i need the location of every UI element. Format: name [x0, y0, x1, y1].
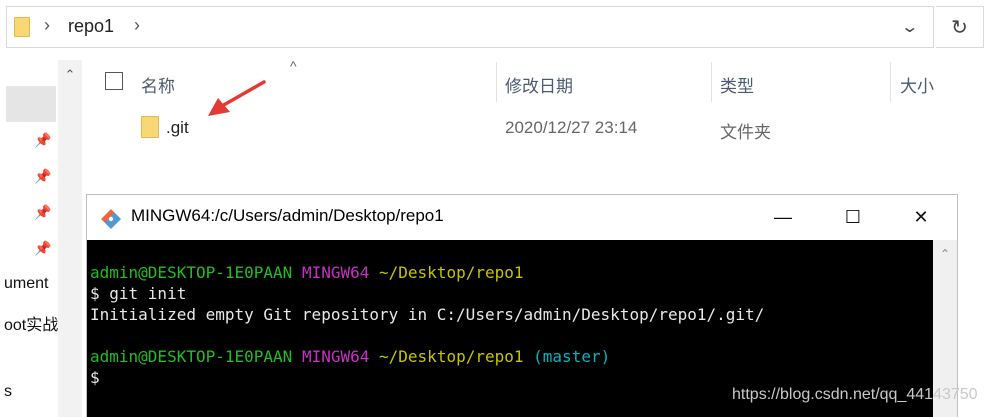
git-logo-icon	[101, 209, 121, 229]
minimize-icon: —	[774, 206, 792, 227]
scroll-up-icon[interactable]: ⌃	[58, 62, 82, 88]
folder-icon	[14, 17, 30, 37]
prompt-user: admin@DESKTOP-1E0PAAN	[90, 347, 293, 366]
column-header-type[interactable]: 类型	[720, 72, 754, 97]
close-button[interactable]: ✕	[898, 202, 944, 232]
select-all-checkbox[interactable]	[105, 72, 123, 90]
breadcrumb-repo1[interactable]: repo1	[68, 16, 114, 37]
prompt-branch: (master)	[533, 347, 611, 366]
sort-ascending-icon: ^	[290, 58, 297, 74]
prompt-line: admin@DESKTOP-1E0PAAN MINGW64 ~/Desktop/…	[90, 262, 524, 283]
file-date: 2020/12/27 23:14	[505, 118, 638, 137]
nav-item-s[interactable]: s	[4, 383, 58, 401]
close-icon: ✕	[913, 206, 929, 227]
command-line: $	[90, 368, 100, 387]
nav-item-documents[interactable]: ument	[4, 275, 58, 293]
column-divider[interactable]	[890, 62, 891, 102]
column-divider[interactable]	[711, 62, 712, 102]
prompt-path: ~/Desktop/repo1	[379, 347, 524, 366]
prompt-path: ~/Desktop/repo1	[379, 263, 524, 282]
column-header-size[interactable]: 大小	[900, 72, 934, 97]
pin-icon: 📌	[34, 240, 52, 256]
nav-item-springboot[interactable]: oot实战	[4, 311, 58, 335]
maximize-button[interactable]: ☐	[830, 202, 876, 232]
prompt-line: admin@DESKTOP-1E0PAAN MINGW64 ~/Desktop/…	[90, 346, 610, 367]
column-header-date[interactable]: 修改日期	[505, 72, 573, 97]
scroll-up-icon[interactable]: ⌃	[933, 244, 957, 264]
prompt-user: admin@DESKTOP-1E0PAAN	[90, 263, 293, 282]
prompt-env: MINGW64	[301, 347, 370, 366]
column-header-name[interactable]: 名称	[141, 72, 175, 97]
annotation-arrow-icon	[208, 80, 266, 116]
watermark: https://blog.csdn.net/qq_44143750	[732, 386, 978, 403]
address-bar[interactable]	[6, 6, 934, 48]
refresh-icon: ↻	[951, 16, 968, 39]
chevron-down-icon[interactable]: ⌄	[900, 17, 919, 37]
file-type: 文件夹	[720, 123, 771, 142]
chevron-right-icon[interactable]: ›	[44, 15, 50, 36]
refresh-button[interactable]: ↻	[936, 6, 984, 48]
minimize-button[interactable]: —	[760, 202, 806, 232]
prompt-env: MINGW64	[301, 263, 370, 282]
pin-icon: 📌	[34, 132, 52, 148]
column-divider[interactable]	[496, 62, 497, 102]
maximize-icon: ☐	[844, 206, 862, 227]
terminal-title: MINGW64:/c/Users/admin/Desktop/repo1	[131, 206, 444, 225]
pin-icon: 📌	[34, 168, 52, 184]
nav-scrollbar[interactable]	[58, 60, 82, 417]
command-line: $ git init	[90, 284, 187, 303]
chevron-right-icon[interactable]: ›	[134, 15, 140, 36]
folder-icon	[141, 116, 159, 138]
file-name[interactable]: .git	[166, 118, 189, 138]
pin-icon: 📌	[34, 204, 52, 220]
output-line: Initialized empty Git repository in C:/U…	[90, 305, 765, 324]
nav-selected-item[interactable]	[6, 86, 56, 122]
